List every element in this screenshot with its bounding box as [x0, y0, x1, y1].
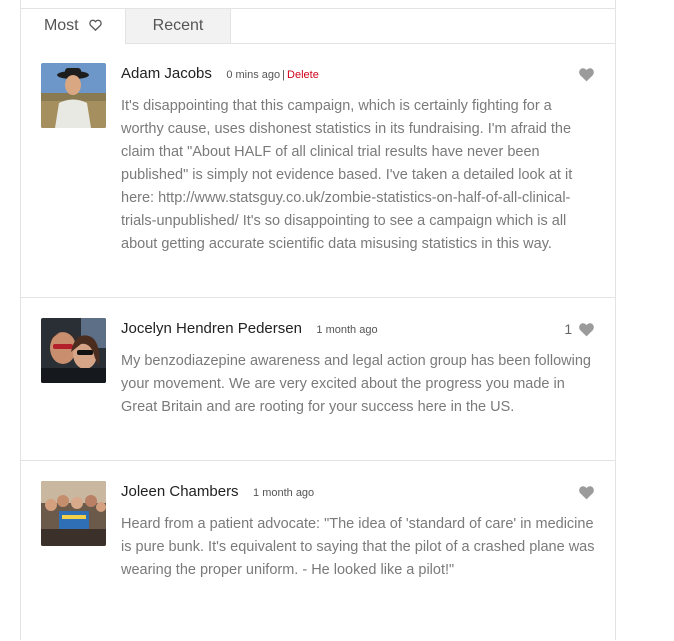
like-button[interactable]	[576, 483, 595, 501]
comment-body: It's disappointing that this campaign, w…	[121, 98, 573, 252]
heart-icon	[579, 486, 594, 500]
separator: |	[282, 69, 286, 81]
tab-recent[interactable]: Recent	[126, 9, 231, 43]
tab-most[interactable]: Most	[21, 9, 126, 44]
comment-body: Heard from a patient advocate: "The idea…	[121, 516, 595, 578]
comment-time: 0 mins ago	[226, 69, 281, 81]
comment-time: 1 month ago	[316, 324, 378, 336]
comment-time: 1 month ago	[253, 487, 315, 499]
heart-outline-icon	[89, 10, 102, 44]
like-count: 1	[564, 321, 573, 337]
comment-body: My benzodiazepine awareness and legal ac…	[121, 353, 591, 415]
avatar[interactable]	[41, 63, 106, 128]
comments-panel: Most Recent Adam Jacobs 0 mins ago | Delet…	[20, 0, 616, 640]
comment-item: Adam Jacobs 0 mins ago | Delete It's disap…	[21, 43, 615, 298]
comment-author[interactable]: Adam Jacobs	[121, 65, 212, 82]
heart-icon	[579, 323, 594, 337]
comment-author[interactable]: Joleen Chambers	[121, 483, 239, 500]
comment-header: Adam Jacobs 0 mins ago | Delete	[121, 63, 319, 85]
comment-item: Joleen Chambers 1 month ago Heard from a…	[21, 461, 615, 641]
tab-most-label: Most	[43, 17, 79, 34]
comment-header: Jocelyn Hendren Pedersen 1 month ago	[121, 318, 378, 340]
comment-sort-tabs: Most Recent	[21, 8, 615, 44]
tab-recent-label: Recent	[152, 17, 204, 34]
comment-author[interactable]: Jocelyn Hendren Pedersen	[121, 320, 302, 337]
comment-item: Jocelyn Hendren Pedersen 1 month ago 1 M…	[21, 298, 615, 461]
comment-header: Joleen Chambers 1 month ago	[121, 481, 314, 503]
avatar[interactable]	[41, 318, 106, 383]
avatar[interactable]	[41, 481, 106, 546]
like-button[interactable]: 1	[564, 320, 595, 338]
heart-icon	[579, 68, 594, 82]
delete-link[interactable]: Delete	[287, 69, 319, 81]
like-button[interactable]	[576, 65, 595, 83]
